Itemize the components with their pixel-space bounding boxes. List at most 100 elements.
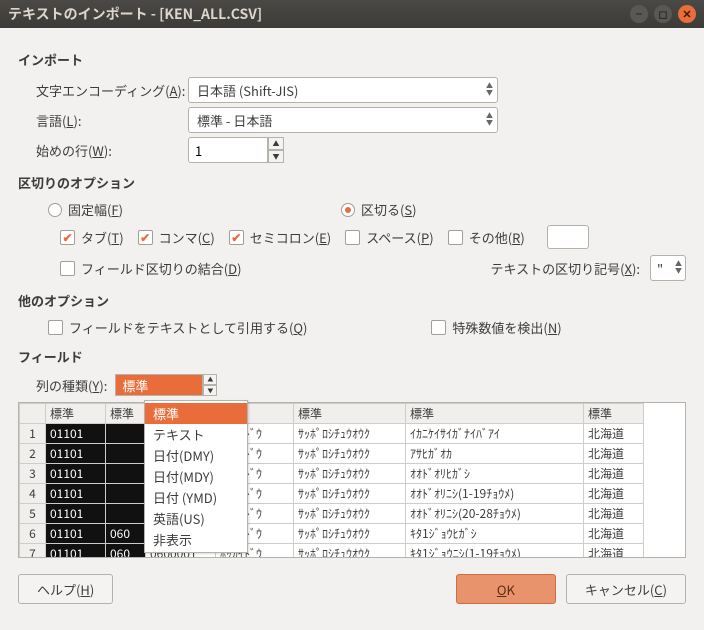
cell[interactable]: 060 xyxy=(106,524,146,544)
cell[interactable]: 北海道 xyxy=(584,444,644,464)
radio-delimited[interactable]: 区切る(S) xyxy=(341,200,417,219)
row-header[interactable]: 2 xyxy=(20,444,46,464)
table-row: 201101941ﾎｯｶｲﾄﾞｳｻｯﾎﾟﾛｼﾁｭｳｵｳｸｱｻﾋｶﾞｵｶ北海道 xyxy=(20,444,644,464)
dialog-content: インポート 文字エンコーディング(A): 日本語 (Shift-JIS) ▲▼ … xyxy=(0,28,704,618)
cell[interactable]: ｱｻﾋｶﾞｵｶ xyxy=(406,444,584,464)
cell[interactable]: ｻｯﾎﾟﾛｼﾁｭｳｵｳｸ xyxy=(294,484,406,504)
cell[interactable]: 01101 xyxy=(46,524,106,544)
row-header[interactable]: 6 xyxy=(20,524,46,544)
cell[interactable]: 01101 xyxy=(46,464,106,484)
dropdown-item[interactable]: 日付(DMY) xyxy=(145,445,247,466)
cell[interactable]: 01101 xyxy=(46,424,106,444)
separator-heading: 区切りのオプション xyxy=(18,173,686,192)
row-header[interactable]: 5 xyxy=(20,504,46,524)
col-header[interactable]: 標準 xyxy=(584,404,644,424)
cell[interactable]: 01101 xyxy=(46,504,106,524)
row-header[interactable]: 3 xyxy=(20,464,46,484)
dropdown-item[interactable]: 標準 xyxy=(145,403,247,424)
cell[interactable]: ｻｯﾎﾟﾛｼﾁｭｳｵｳｸ xyxy=(294,444,406,464)
cell[interactable]: 060 xyxy=(106,544,146,559)
maximize-button[interactable]: ◻ xyxy=(654,5,672,23)
cell[interactable]: ｵｵﾄﾞｵﾘﾋｶﾞｼ xyxy=(406,464,584,484)
cell[interactable]: ｻｯﾎﾟﾛｼﾁｭｳｵｳｸ xyxy=(294,544,406,559)
table-row: 7011010600600001ﾎｯｶｲﾄﾞｳｻｯﾎﾟﾛｼﾁｭｳｵｳｸｷﾀ1ｼﾞ… xyxy=(20,544,644,559)
cell[interactable] xyxy=(106,504,146,524)
cell[interactable]: 01101 xyxy=(46,444,106,464)
spin-up-icon[interactable]: ▲ xyxy=(203,374,217,385)
minimize-button[interactable]: − xyxy=(630,5,648,23)
chk-merge[interactable]: フィールド区切りの結合(D) xyxy=(60,259,242,278)
cell[interactable]: 北海道 xyxy=(584,484,644,504)
ok-button[interactable]: OK xyxy=(456,574,556,604)
spin-down-icon[interactable]: ▼ xyxy=(268,150,284,163)
dropdown-item[interactable]: 英語(US) xyxy=(145,508,247,529)
chk-space[interactable]: スペース(P) xyxy=(345,228,433,247)
encoding-combo[interactable]: 日本語 (Shift-JIS) ▲▼ xyxy=(188,77,498,103)
language-label: 言語(L): xyxy=(18,111,188,130)
cell[interactable]: ｷﾀ1ｼﾞｮｳﾆｼ(1-19ﾁｮｳﾒ) xyxy=(406,544,584,559)
row-header[interactable]: 7 xyxy=(20,544,46,559)
chk-comma[interactable]: コンマ(C) xyxy=(138,228,215,247)
cancel-button[interactable]: キャンセル(C) xyxy=(566,574,686,604)
cell[interactable]: ｻｯﾎﾟﾛｼﾁｭｳｵｳｸ xyxy=(294,424,406,444)
text-delimiter-combo[interactable]: " ▲▼ xyxy=(650,255,686,281)
close-button[interactable]: ✕ xyxy=(678,5,696,23)
row-header[interactable]: 4 xyxy=(20,484,46,504)
chk-quoted-as-text[interactable]: フィールドをテキストとして引用する(Q) xyxy=(48,318,307,337)
cell[interactable] xyxy=(106,464,146,484)
chevron-updown-icon: ▲▼ xyxy=(675,261,682,275)
col-header[interactable]: 標準 xyxy=(294,404,406,424)
cell[interactable]: 01101 xyxy=(46,484,106,504)
startrow-input[interactable] xyxy=(188,137,268,163)
cell[interactable]: ｻｯﾎﾟﾛｼﾁｭｳｵｳｸ xyxy=(294,464,406,484)
chevron-updown-icon: ▲▼ xyxy=(486,113,493,127)
cell[interactable]: 北海道 xyxy=(584,504,644,524)
spin-down-icon[interactable]: ▼ xyxy=(203,385,217,396)
other-heading: 他のオプション xyxy=(18,291,686,310)
dropdown-item[interactable]: テキスト xyxy=(145,424,247,445)
chk-other[interactable]: その他(R) xyxy=(448,228,525,247)
preview-grid[interactable]: 標準 標準 標準 標準 標準 標準 標準 101101000ﾎｯｶｲﾄﾞｳｻｯﾎ… xyxy=(18,402,686,558)
table-row: 401101042ﾎｯｶｲﾄﾞｳｻｯﾎﾟﾛｼﾁｭｳｵｳｸｵｵﾄﾞｵﾘﾆｼ(1-1… xyxy=(20,484,644,504)
column-type-dropdown[interactable]: 標準 テキスト 日付(DMY) 日付(MDY) 日付 (YMD) 英語(US) … xyxy=(144,400,248,553)
startrow-label: 始めの行(W): xyxy=(18,141,188,160)
chk-tab[interactable]: タブ(T) xyxy=(60,228,124,247)
cell[interactable]: 北海道 xyxy=(584,424,644,444)
other-delimiter-input[interactable] xyxy=(547,225,589,249)
dropdown-item[interactable]: 日付 (YMD) xyxy=(145,487,247,508)
cell[interactable]: ｵｵﾄﾞｵﾘﾆｼ(1-19ﾁｮｳﾒ) xyxy=(406,484,584,504)
help-button[interactable]: ヘルプ(H) xyxy=(18,574,113,604)
language-value: 標準 - 日本語 xyxy=(197,111,272,130)
cell[interactable]: ｻｯﾎﾟﾛｼﾁｭｳｵｳｸ xyxy=(294,524,406,544)
chevron-updown-icon: ▲▼ xyxy=(486,83,493,97)
dropdown-item[interactable]: 日付(MDY) xyxy=(145,466,247,487)
radio-fixed[interactable]: 固定幅(F) xyxy=(48,200,123,219)
table-row: 6011010600600031ﾎｯｶｲﾄﾞｳｻｯﾎﾟﾛｼﾁｭｳｵｳｸｷﾀ1ｼﾞ… xyxy=(20,524,644,544)
cell[interactable]: 北海道 xyxy=(584,524,644,544)
cell[interactable]: 北海道 xyxy=(584,544,644,559)
col-header[interactable]: 標準 xyxy=(106,404,146,424)
spin-up-icon[interactable]: ▲ xyxy=(268,137,284,150)
corner-cell xyxy=(20,404,46,424)
import-heading: インポート xyxy=(18,50,686,69)
cell[interactable] xyxy=(106,444,146,464)
dropdown-item[interactable]: 非表示 xyxy=(145,529,247,550)
cell[interactable]: 北海道 xyxy=(584,464,644,484)
cell[interactable] xyxy=(106,424,146,444)
cell[interactable] xyxy=(106,484,146,504)
cell[interactable]: ｵｵﾄﾞｵﾘﾆｼ(20-28ﾁｮｳﾒ) xyxy=(406,504,584,524)
cell[interactable]: ｷﾀ1ｼﾞｮｳﾋｶﾞｼ xyxy=(406,524,584,544)
col-header[interactable]: 標準 xyxy=(406,404,584,424)
language-combo[interactable]: 標準 - 日本語 ▲▼ xyxy=(188,107,498,133)
cell[interactable]: ｲｶﾆｹｲｻｲｶﾞﾅｲﾊﾞｱｲ xyxy=(406,424,584,444)
chk-special-numbers[interactable]: 特殊数値を検出(N) xyxy=(431,318,561,337)
startrow-spinner[interactable]: ▲▼ xyxy=(188,137,284,163)
row-header[interactable]: 1 xyxy=(20,424,46,444)
cell[interactable]: 01101 xyxy=(46,544,106,559)
col-header[interactable]: 標準 xyxy=(46,404,106,424)
table-row: 101101000ﾎｯｶｲﾄﾞｳｻｯﾎﾟﾛｼﾁｭｳｵｳｸｲｶﾆｹｲｻｲｶﾞﾅｲﾊ… xyxy=(20,424,644,444)
fields-heading: フィールド xyxy=(18,347,686,366)
column-type-combo[interactable]: 標準 ▲▼ xyxy=(115,374,217,396)
cell[interactable]: ｻｯﾎﾟﾛｼﾁｭｳｵｳｸ xyxy=(294,504,406,524)
chk-semicolon[interactable]: セミコロン(E) xyxy=(229,228,331,247)
